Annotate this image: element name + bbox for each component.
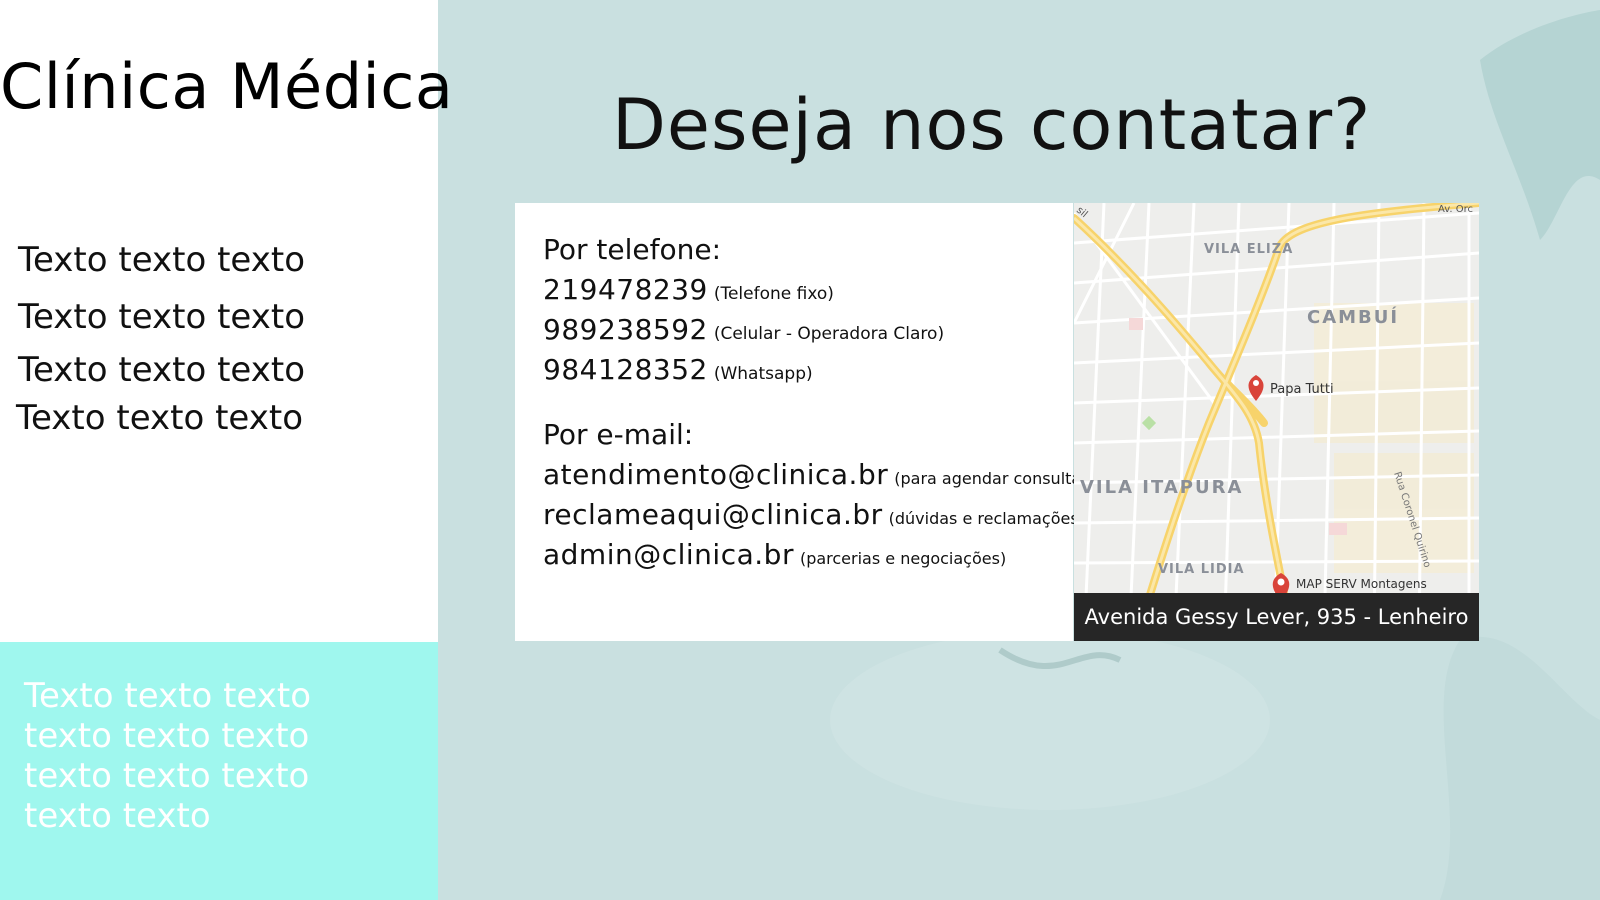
map-label-cambui: CAMBUÍ — [1307, 306, 1399, 328]
phone-number[interactable]: 219478239 — [543, 273, 708, 306]
email-note: (para agendar consulta) — [894, 469, 1088, 488]
phone-section-label: Por telefone: — [543, 233, 722, 266]
map-label-vila-eliza: VILA ELIZA — [1204, 242, 1293, 257]
email-note: (dúvidas e reclamações) — [888, 509, 1085, 528]
email-entry: reclameaqui@clinica.br (dúvidas e reclama… — [543, 498, 1085, 531]
email-address[interactable]: reclameaqui@clinica.br — [543, 498, 883, 531]
map-graphic: VILA ELIZA CAMBUÍ Papa Tutti VILA ITAPUR… — [1074, 203, 1479, 641]
phone-note: (Whatsapp) — [713, 364, 813, 384]
contact-heading: Deseja nos contatar? — [612, 84, 1372, 166]
map-label-papa-tutti: Papa Tutti — [1270, 382, 1334, 397]
phone-note: (Celular - Operadora Claro) — [713, 324, 945, 344]
phone-number[interactable]: 989238592 — [543, 313, 708, 346]
email-address[interactable]: atendimento@clinica.br — [543, 458, 888, 491]
location-map[interactable]: VILA ELIZA CAMBUÍ Papa Tutti VILA ITAPUR… — [1074, 203, 1479, 641]
map-label-vila-lidia: VILA LIDIA — [1158, 562, 1245, 577]
clinic-title: Clínica Médica — [0, 50, 454, 123]
left-text-line: Texto texto texto — [18, 297, 305, 337]
phone-note: (Telefone fixo) — [713, 284, 834, 304]
email-entry: atendimento@clinica.br (para agendar cons… — [543, 458, 1087, 491]
phone-entry: 984128352 (Whatsapp) — [543, 353, 813, 386]
map-label-vila-itapura: VILA ITAPURA — [1080, 477, 1243, 498]
map-address-caption: Avenida Gessy Lever, 935 - Lenheiro — [1074, 593, 1479, 641]
left-text-line: Texto texto texto — [16, 398, 303, 438]
email-address[interactable]: admin@clinica.br — [543, 538, 794, 571]
email-section-label: Por e-mail: — [543, 418, 694, 451]
map-label-av-orc: Av. Orc — [1438, 204, 1473, 215]
left-text-line: Texto texto texto — [18, 240, 305, 280]
page: Clínica Médica Texto texto texto Texto t… — [0, 0, 1600, 900]
bottom-info-text: Texto texto texto texto texto texto text… — [24, 676, 311, 836]
map-label-map-serv: MAP SERV Montagens — [1296, 577, 1427, 591]
email-note: (parcerias e negociações) — [799, 549, 1007, 568]
left-text-line: Texto texto texto — [18, 350, 305, 390]
email-entry: admin@clinica.br (parcerias e negociações… — [543, 538, 1006, 571]
phone-entry: 989238592 (Celular - Operadora Claro) — [543, 313, 944, 346]
phone-number[interactable]: 984128352 — [543, 353, 708, 386]
contact-card: Por telefone: 219478239 (Telefone fixo) 9… — [515, 203, 1087, 641]
phone-entry: 219478239 (Telefone fixo) — [543, 273, 834, 306]
